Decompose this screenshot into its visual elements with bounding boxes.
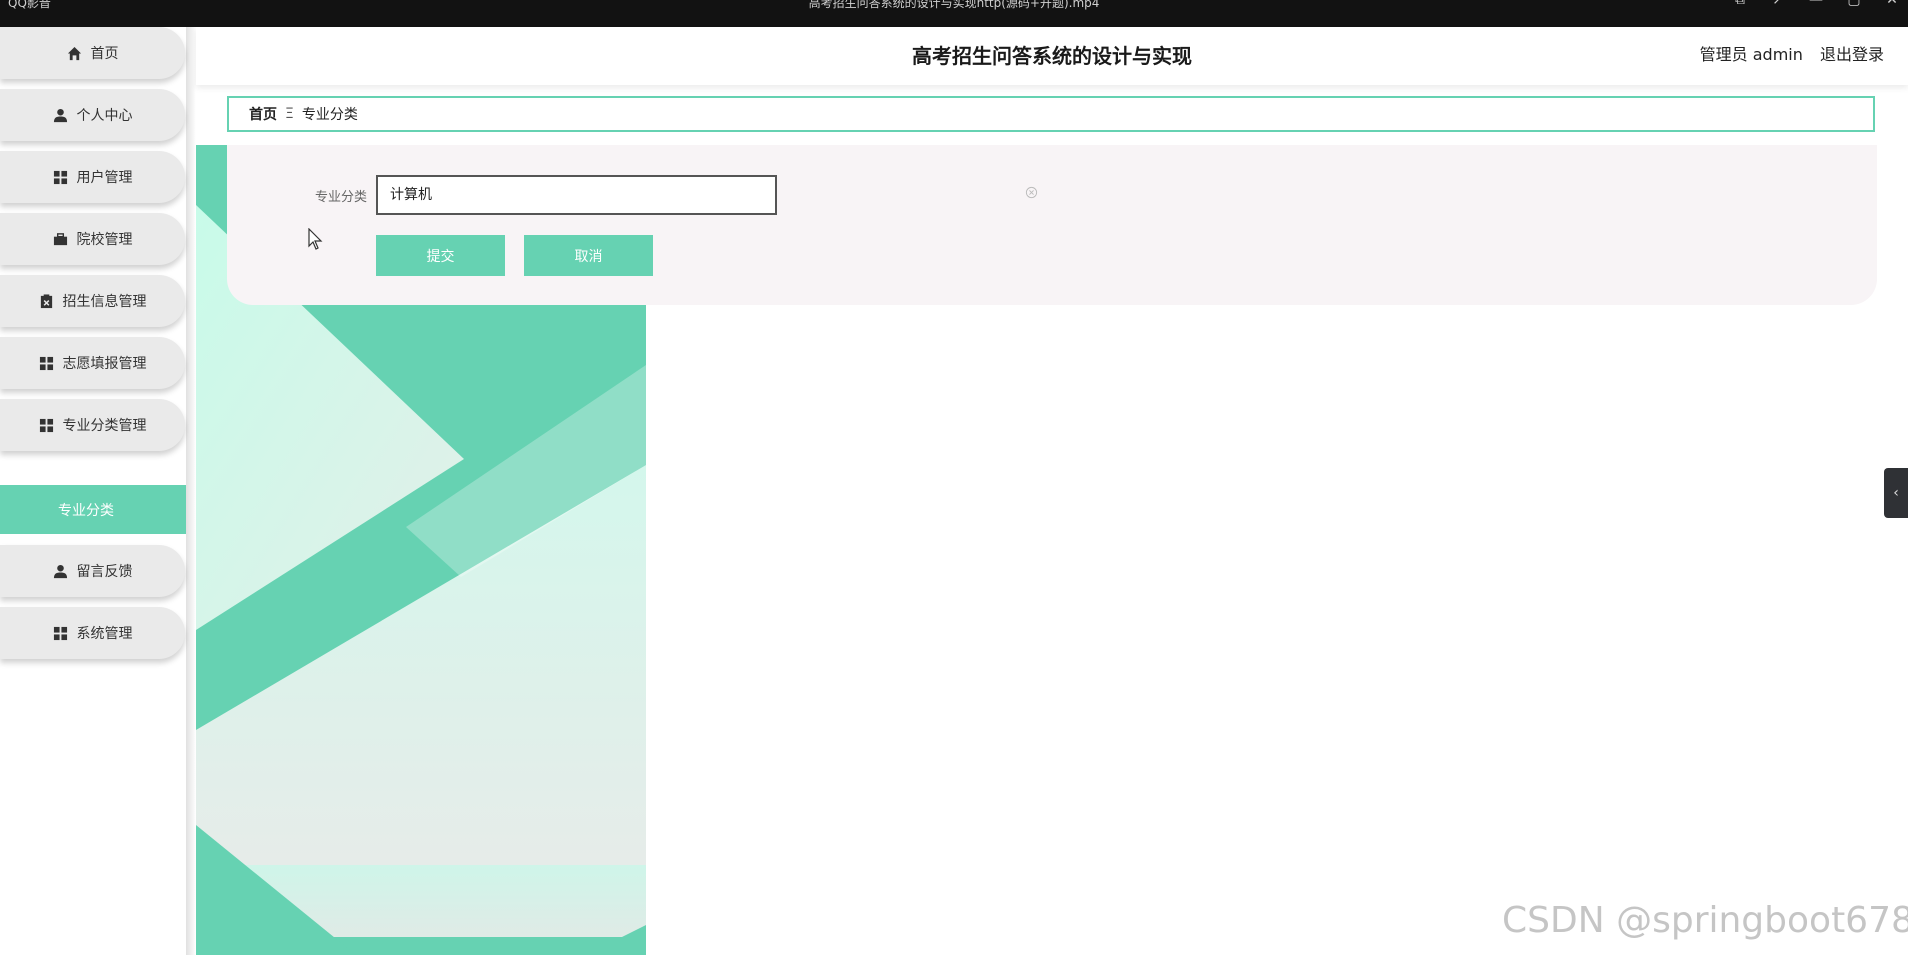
window-title: 高考招生问答系统的设计与实现http(源码+开题).mp4	[808, 0, 1100, 10]
minimize-icon[interactable]: —	[1806, 0, 1826, 8]
window-controls: ⧉ ↗ — ▢ ✕	[1730, 0, 1902, 8]
share-icon[interactable]: ↗	[1768, 0, 1788, 8]
sidebar-item-label: 用户管理	[76, 170, 133, 186]
sidebar-item-user-management[interactable]: 用户管理	[0, 151, 185, 203]
user-icon	[53, 108, 68, 123]
breadcrumb: 首页 Ξ 专业分类	[227, 96, 1875, 132]
breadcrumb-current: 专业分类	[301, 107, 358, 123]
sidebar-item-label: 系统管理	[76, 626, 133, 642]
grid-icon	[53, 626, 68, 641]
sidebar-item-label: 招生信息管理	[62, 294, 147, 310]
sidebar-shadow	[186, 27, 196, 955]
clipboard-icon	[39, 293, 54, 309]
breadcrumb-home[interactable]: 首页	[249, 104, 277, 124]
sidebar-item-system-management[interactable]: 系统管理	[0, 607, 185, 659]
user-label: 管理员 admin	[1699, 45, 1803, 64]
grid-icon	[39, 418, 54, 433]
user-area: 管理员 admin 退出登录	[1700, 27, 1884, 83]
briefcase-icon	[53, 232, 68, 247]
grid-icon	[53, 170, 68, 185]
cancel-button[interactable]: 取消	[524, 235, 653, 276]
sidebar-item-feedback[interactable]: 留言反馈	[0, 545, 185, 597]
user-icon	[53, 564, 68, 579]
clear-icon[interactable]	[1025, 186, 1038, 199]
submit-button[interactable]: 提交	[376, 235, 505, 276]
sidebar-item-label: 专业分类管理	[62, 418, 147, 434]
logout-link[interactable]: 退出登录	[1820, 45, 1884, 64]
sidebar-item-personal-center[interactable]: 个人中心	[0, 89, 185, 141]
sidebar-item-enrollment-info[interactable]: 招生信息管理	[0, 275, 185, 327]
site-title: 高考招生问答系统的设计与实现	[912, 44, 1192, 68]
collapse-toggle[interactable]: ‹	[1884, 468, 1908, 518]
chevron-left-icon: ‹	[1893, 485, 1899, 501]
grid-icon	[39, 356, 54, 371]
watermark: CSDN @springboot6789	[1502, 900, 1908, 941]
sidebar-item-label: 留言反馈	[76, 564, 133, 580]
sidebar-item-major-category-management[interactable]: 专业分类管理	[0, 399, 185, 451]
sidebar-item-label: 首页	[90, 46, 119, 62]
os-title-bar: QQ影音 高考招生问答系统的设计与实现http(源码+开题).mp4 ⧉ ↗ —…	[0, 0, 1908, 27]
sidebar-item-school-management[interactable]: 院校管理	[0, 213, 185, 265]
sidebar-item-label: 志愿填报管理	[62, 356, 147, 372]
sidebar-item-home[interactable]: 首页	[0, 27, 185, 79]
breadcrumb-separator: Ξ	[285, 106, 294, 122]
maximize-icon[interactable]: ▢	[1844, 0, 1864, 8]
sidebar-item-application-management[interactable]: 志愿填报管理	[0, 337, 185, 389]
pin-icon[interactable]: ⧉	[1730, 0, 1750, 8]
mouse-cursor-icon	[308, 228, 323, 250]
form-panel: 专业分类 计算机 提交 取消	[227, 145, 1877, 305]
sidebar-subitem-major-category[interactable]: 专业分类	[0, 485, 186, 534]
sidebar-item-label: 个人中心	[76, 108, 133, 124]
sidebar: 首页 个人中心 用户管理 院校管理 招生信息管理 志愿填报管理 专业分类管理 专…	[0, 27, 186, 955]
sidebar-item-label: 院校管理	[76, 232, 133, 248]
major-category-input[interactable]: 计算机	[376, 175, 777, 215]
major-category-label: 专业分类	[314, 190, 367, 205]
home-icon	[67, 46, 82, 61]
close-icon[interactable]: ✕	[1882, 0, 1902, 8]
top-header: 高考招生问答系统的设计与实现 管理员 admin 退出登录	[196, 27, 1908, 85]
